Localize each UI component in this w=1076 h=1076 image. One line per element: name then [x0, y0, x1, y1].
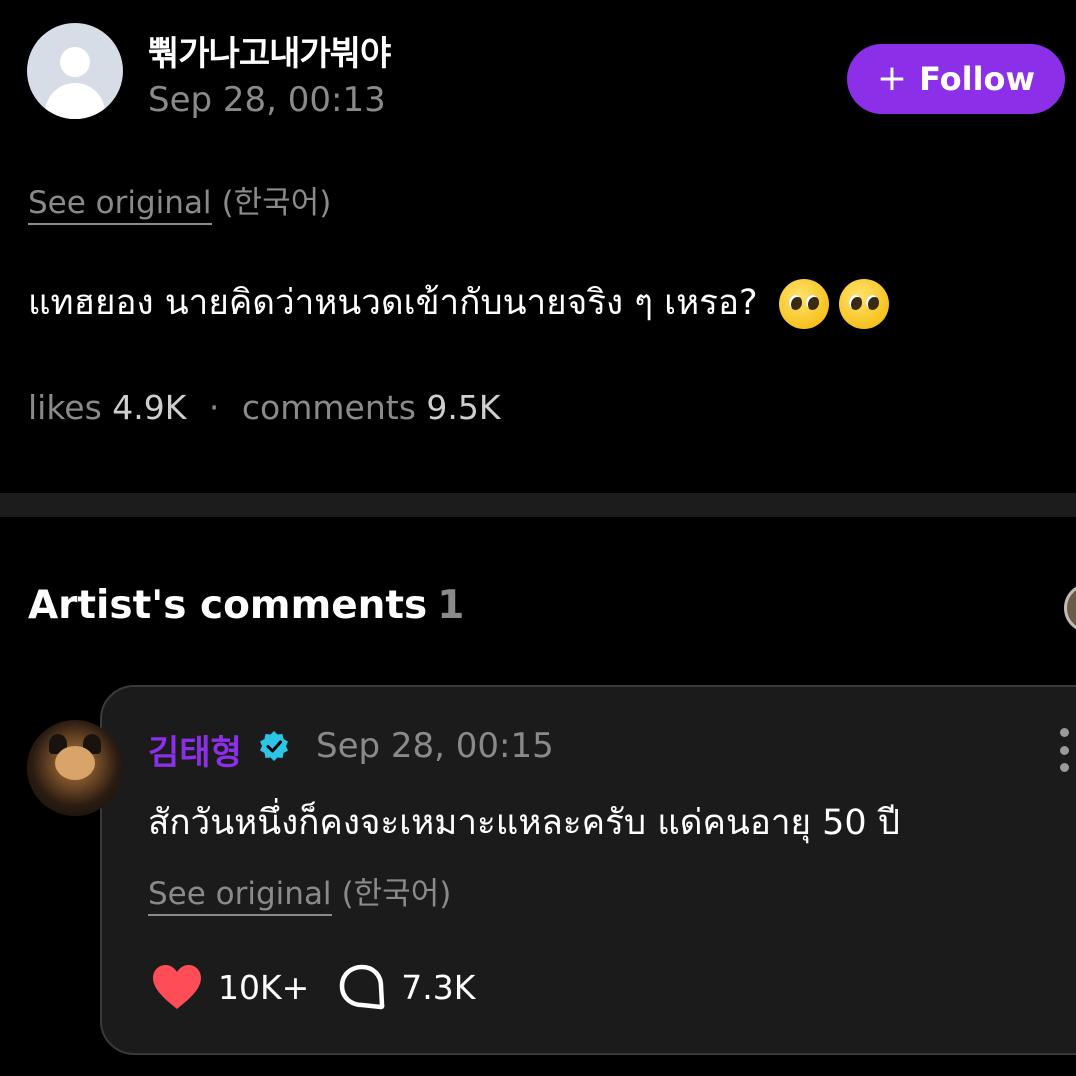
avatar-face — [55, 746, 95, 780]
original-language: (한국어) — [221, 185, 332, 221]
stats-separator: · — [208, 388, 220, 427]
plus-icon: + — [876, 58, 908, 99]
pleading-face-emoji-icon — [778, 279, 829, 329]
artist-comments-title: Artist's comments 1 — [28, 583, 464, 628]
reply-bubble-icon[interactable] — [337, 962, 387, 1012]
comments-label[interactable]: comments — [242, 388, 416, 427]
artist-comments-count: 1 — [437, 583, 465, 628]
post-body: แทฮยอง นายคิดว่าหนวดเข้ากับนายจริง ๆ เหร… — [28, 275, 889, 330]
heart-icon[interactable] — [150, 962, 204, 1012]
pleading-face-emoji-icon — [838, 279, 889, 329]
follow-button[interactable]: + Follow — [847, 44, 1065, 114]
artist-comments-heading: Artist's comments — [28, 583, 428, 628]
likes-label: likes — [28, 388, 102, 427]
post-username[interactable]: 뿪가나고내가붜야 — [148, 26, 391, 75]
artist-name[interactable]: 김태형 — [148, 725, 242, 774]
user-avatar[interactable] — [27, 23, 123, 119]
comment-timestamp: Sep 28, 00:15 — [316, 726, 554, 766]
post-translation-row: See original (한국어) — [28, 177, 332, 225]
comment-translation-row: See original (한국어) — [148, 868, 452, 916]
post-stats: likes 4.9K · comments 9.5K — [28, 388, 501, 427]
post-timestamp: Sep 28, 00:13 — [148, 80, 386, 120]
default-avatar-head — [60, 47, 90, 77]
comment-like-count: 10K+ — [218, 967, 310, 1007]
comment-text: สักวันหนึ่งก็คงจะเหมาะแหละครับ แด่คนอายุ… — [148, 803, 901, 843]
artist-avatar[interactable] — [27, 720, 123, 816]
verified-badge-icon — [260, 731, 288, 761]
likes-count: 4.9K — [112, 388, 187, 427]
comment-original-language: (한국어) — [341, 876, 452, 912]
comment-see-original-link[interactable]: See original — [148, 876, 332, 916]
post-text: แทฮยอง นายคิดว่าหนวดเข้ากับนายจริง ๆ เหร… — [28, 283, 758, 323]
comment-reactions: 10K+ 7.3K — [150, 962, 475, 1012]
comment-reply-count: 7.3K — [401, 967, 476, 1007]
section-divider — [0, 493, 1076, 517]
post-detail-screen: 뿪가나고내가붜야 Sep 28, 00:13 + Follow See orig… — [0, 0, 1076, 1076]
next-artist-avatar[interactable] — [1064, 583, 1076, 633]
see-original-link[interactable]: See original — [28, 185, 212, 225]
default-avatar-body — [45, 83, 105, 119]
comments-count: 9.5K — [426, 388, 501, 427]
more-options-icon[interactable] — [1058, 728, 1070, 772]
follow-label: Follow — [919, 60, 1036, 98]
